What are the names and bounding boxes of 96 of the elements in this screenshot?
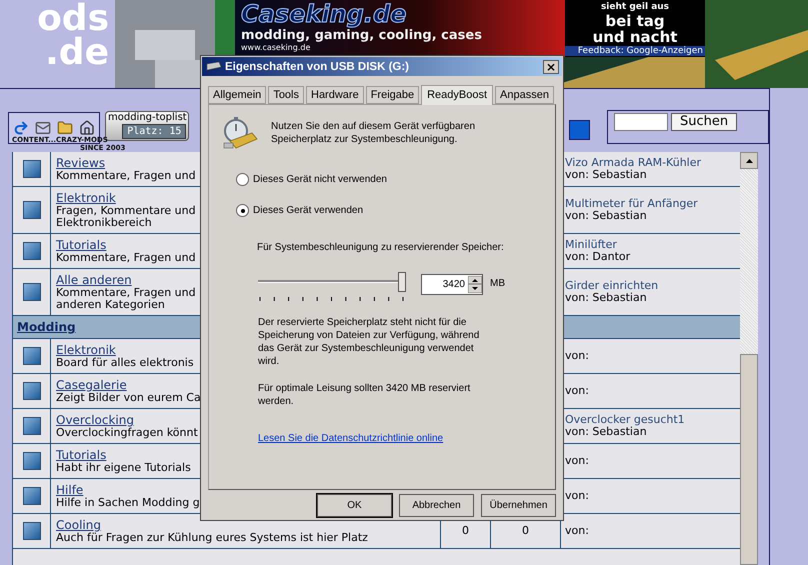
- ad-banner[interactable]: Caseking.de modding, gaming, cooling, cases www.caseking.de sieht geil aus bei tag und nacht Feedback: Google-Anzeigen: [235, 0, 705, 57]
- tab[interactable]: Anpassen: [495, 86, 554, 104]
- reserve-note: Der reservierte Speicherplatz steht nicht für die Speicherung von Dateien zur Verfügung, während das Gerät zur Systembeschleunigung verwendet wird.: [258, 316, 480, 368]
- tab[interactable]: Freigabe: [366, 86, 420, 104]
- forum-description: Kommentare, Fragen und anderen Kategorien: [56, 287, 196, 311]
- last-post-author: von:: [565, 350, 589, 362]
- spin-up-icon[interactable]: [468, 276, 482, 284]
- redo-arrow-icon[interactable]: [12, 119, 30, 137]
- tab[interactable]: Tools: [268, 86, 304, 104]
- site-logo: ods .de: [36, 0, 110, 75]
- toplist-name: modding-toplist: [107, 112, 187, 124]
- ad-title: Caseking.de: [241, 0, 406, 28]
- forum-link[interactable]: Elektronik: [56, 343, 116, 357]
- last-post-author: von: Sebastian: [565, 426, 647, 438]
- forum-status-icon: [22, 452, 40, 470]
- privacy-link[interactable]: Lesen Sie die Datenschutzrichtlinie online: [258, 433, 444, 444]
- scroll-up-icon[interactable]: [740, 152, 758, 169]
- last-post-author: von:: [565, 385, 589, 397]
- scrollbar[interactable]: [740, 152, 758, 565]
- forum-description: Hilfe in Sachen Modding g: [56, 497, 200, 509]
- category-link[interactable]: Modding: [17, 320, 76, 334]
- forum-status-icon: [22, 417, 40, 435]
- tab[interactable]: Hardware: [306, 86, 364, 104]
- ad-feedback-link[interactable]: Feedback: Google-Anzeigen: [565, 46, 705, 56]
- scroll-thumb[interactable]: [740, 354, 758, 565]
- forum-description: Zeigt Bilder von eurem Ca: [56, 392, 201, 404]
- forum-link[interactable]: Alle anderen: [56, 273, 132, 287]
- forum-link[interactable]: Cooling: [56, 518, 101, 532]
- radio-option[interactable]: Dieses Gerät verwenden: [236, 204, 555, 217]
- forum-link[interactable]: Tutorials: [56, 238, 106, 252]
- ad-tagline: modding, gaming, cooling, cases: [241, 28, 482, 43]
- forum-status-icon: [22, 283, 40, 301]
- forum-status-icon: [22, 201, 40, 219]
- tab[interactable]: Allgemein: [208, 86, 266, 104]
- forum-status-icon: [22, 160, 40, 178]
- spin-down-icon[interactable]: [468, 284, 482, 293]
- close-button[interactable]: ×: [543, 60, 559, 74]
- last-post-author: von:: [565, 455, 589, 467]
- stopwatch-drive-icon: [222, 117, 258, 151]
- forum-description: Board für alles elektronis: [56, 357, 194, 369]
- forum-link[interactable]: Elektronik: [56, 191, 116, 205]
- ad-url: www.caseking.de: [241, 43, 310, 53]
- unit-label: MB: [490, 278, 505, 289]
- forum-description: Auch für Fragen zur Kühlung eures Systems ist hier Platz: [56, 532, 368, 544]
- drive-icon: [205, 62, 221, 71]
- slider-thumb[interactable]: [398, 272, 406, 292]
- dialog-button[interactable]: OK: [317, 494, 392, 517]
- forum-description: Habt ihr eigene Tutorials: [56, 462, 191, 474]
- forum-status-icon: [22, 242, 40, 260]
- envelope-icon[interactable]: [34, 119, 52, 137]
- forum-description: Fragen, Kommentare und Elektronikbereich: [56, 205, 196, 229]
- forum-status-icon: [22, 487, 40, 505]
- last-post-link[interactable]: Minilüfter: [565, 239, 617, 251]
- recommendation-text: Für optimale Leisung sollten 3420 MB reserviert werden.: [258, 382, 470, 408]
- ad-slogan: sieht geil aus: [600, 2, 670, 13]
- last-post-author: von: Sebastian: [565, 169, 647, 181]
- radio-option[interactable]: Dieses Gerät nicht verwenden: [236, 173, 555, 186]
- forum-link[interactable]: Tutorials: [56, 448, 106, 462]
- home-icon[interactable]: [78, 119, 96, 137]
- post-count: 0: [522, 525, 529, 537]
- amount-spinner[interactable]: 3420: [421, 274, 483, 295]
- nav-bar: [569, 120, 590, 140]
- memory-slider[interactable]: [258, 272, 406, 294]
- last-post-link[interactable]: Multimeter für Anfänger: [565, 198, 698, 210]
- dialog-button[interactable]: Übernehmen: [481, 494, 556, 517]
- search-button[interactable]: Suchen: [671, 113, 738, 131]
- radio-icon[interactable]: [236, 173, 249, 186]
- ad-slogan: und nacht: [592, 29, 678, 45]
- window-title: Eigenschaften von USB DISK (G:): [225, 60, 410, 72]
- forum-status-icon: [22, 522, 40, 540]
- forum-link[interactable]: Casegalerie: [56, 378, 127, 392]
- dialog-button[interactable]: Abbrechen: [399, 494, 474, 517]
- forum-description: Kommentare, Fragen und: [56, 170, 196, 182]
- last-post-link[interactable]: Girder einrichten: [565, 280, 658, 292]
- search-field[interactable]: [614, 113, 668, 131]
- intro-text: Nutzen Sie den auf diesem Gerät verfügbaren Speicherplatz zur Systembeschleunigung.: [271, 120, 476, 146]
- forum-description: Overclockingfragen könnt: [56, 427, 198, 439]
- reserve-label: Für Systembeschleunigung zu reservierender Speicher:: [257, 241, 504, 254]
- last-post-author: von:: [565, 490, 589, 502]
- forum-link[interactable]: Hilfe: [56, 483, 84, 497]
- last-post-author: von:: [565, 525, 589, 537]
- last-post-link[interactable]: Vizo Armada RAM-Kühler: [565, 157, 702, 169]
- topic-count: 0: [462, 525, 469, 537]
- forum-status-icon: [22, 382, 40, 400]
- radio-icon[interactable]: [236, 204, 249, 217]
- forum-description: Kommentare, Fragen und: [56, 252, 196, 264]
- tab[interactable]: ReadyBoost: [421, 85, 494, 105]
- forum-link[interactable]: Reviews: [56, 156, 106, 170]
- last-post-link[interactable]: Overclocker gesucht1: [565, 414, 685, 426]
- forum-status-icon: [22, 347, 40, 365]
- last-post-author: von: Sebastian: [565, 292, 647, 304]
- last-post-author: von: Dantor: [565, 251, 630, 263]
- toplist-rank: Platz: 15: [122, 124, 186, 139]
- last-post-author: von: Sebastian: [565, 210, 647, 222]
- forum-link[interactable]: Overclocking: [56, 413, 134, 427]
- ad-slogan: bei tag: [605, 13, 665, 29]
